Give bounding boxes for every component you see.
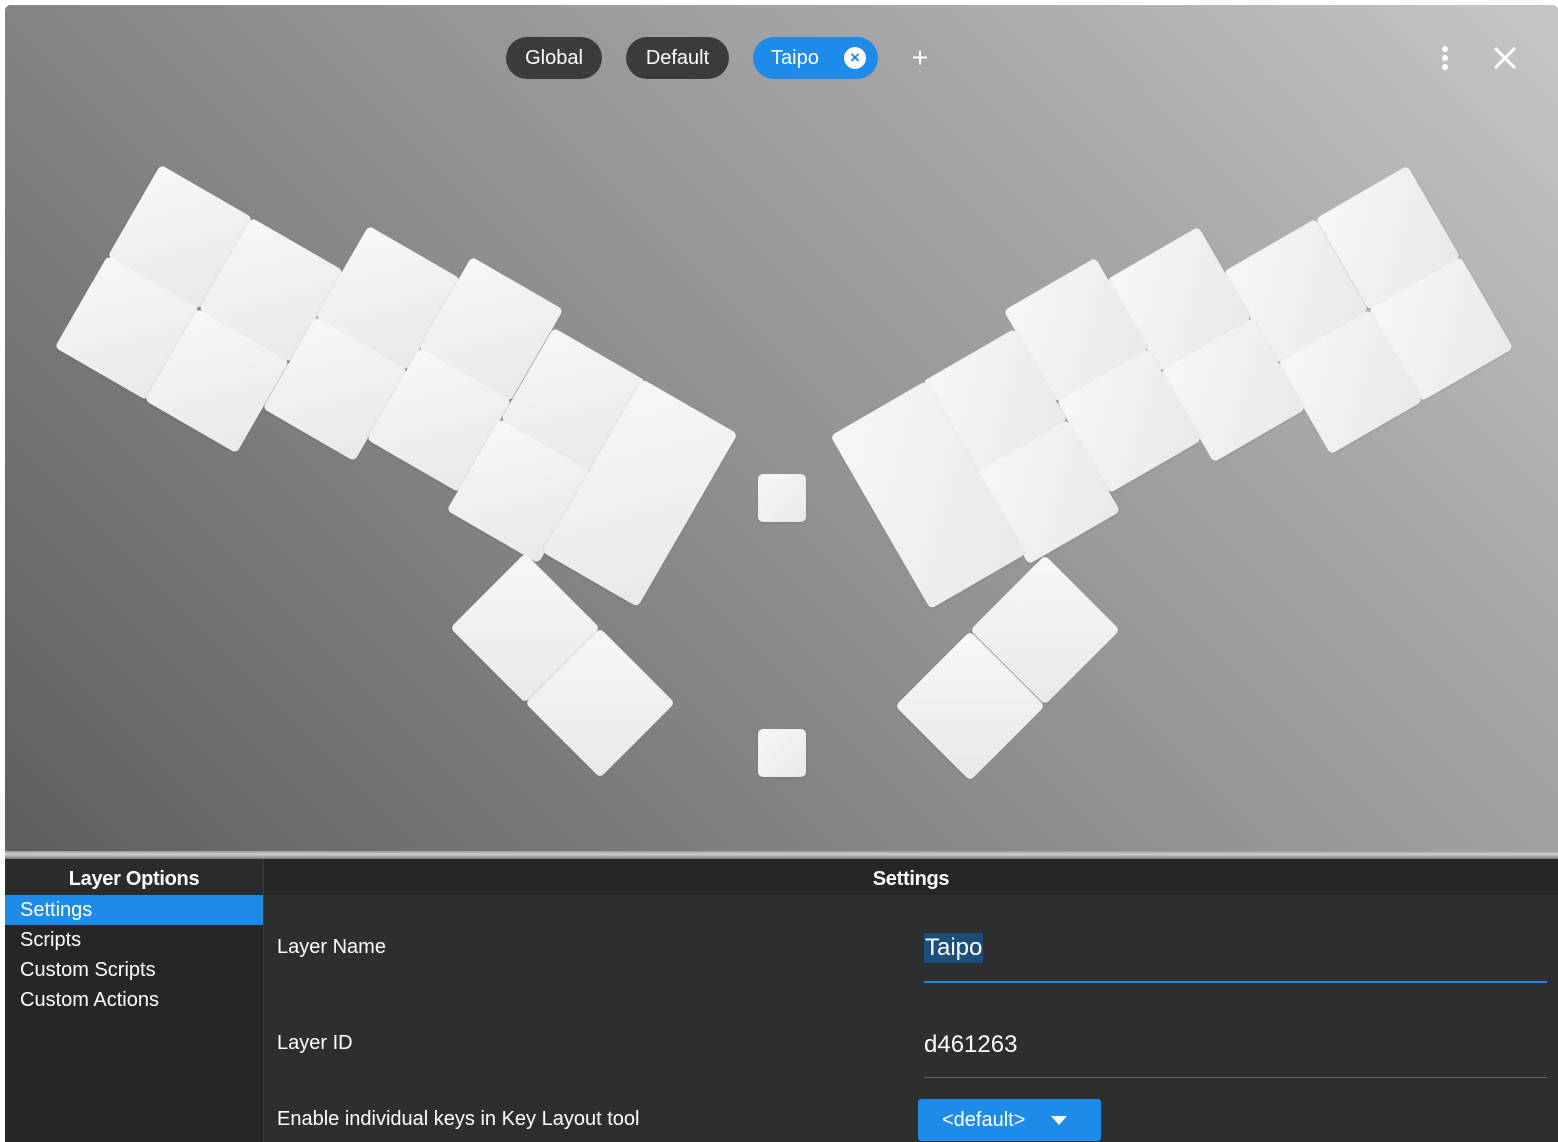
close-icon[interactable] bbox=[1490, 43, 1520, 73]
layer-editor-window: Global Default Taipo × + Layer Options S… bbox=[5, 5, 1558, 1142]
tab-default[interactable]: Default bbox=[626, 37, 729, 79]
layer-option-custom-actions[interactable]: Custom Actions bbox=[5, 985, 263, 1015]
layer-name-label: Layer Name bbox=[277, 936, 386, 958]
enable-keys-label: Enable individual keys in Key Layout too… bbox=[277, 1108, 640, 1130]
layer-name-text: Taipo bbox=[924, 933, 984, 963]
keyboard-layout-canvas: Global Default Taipo × + bbox=[5, 5, 1558, 851]
settings-panel: Settings Layer Name Taipo Layer ID d4612… bbox=[264, 859, 1558, 1142]
tab-taipo[interactable]: Taipo × bbox=[753, 37, 878, 79]
layer-option-scripts[interactable]: Scripts bbox=[5, 925, 263, 955]
panel-splitter[interactable] bbox=[5, 851, 1558, 859]
layer-options-panel: Layer Options Settings Scripts Custom Sc… bbox=[5, 859, 264, 1142]
layer-id-text: d461263 bbox=[924, 1031, 1018, 1058]
layer-options-title: Layer Options bbox=[5, 859, 263, 895]
tab-taipo-label: Taipo bbox=[771, 46, 819, 69]
layer-option-settings[interactable]: Settings bbox=[5, 895, 263, 925]
more-vertical-icon[interactable] bbox=[1430, 43, 1460, 73]
add-layer-button[interactable]: + bbox=[905, 39, 935, 77]
layer-id-label: Layer ID bbox=[277, 1032, 353, 1054]
layer-id-field: d461263 bbox=[924, 1025, 1547, 1078]
enable-keys-dropdown-value: <default> bbox=[942, 1109, 1026, 1131]
layer-option-custom-scripts[interactable]: Custom Scripts bbox=[5, 955, 263, 985]
bottom-panel: Layer Options Settings Scripts Custom Sc… bbox=[5, 859, 1558, 1142]
key[interactable] bbox=[758, 474, 806, 522]
enable-keys-dropdown[interactable]: <default> bbox=[918, 1099, 1101, 1141]
key[interactable] bbox=[758, 729, 806, 777]
tab-global[interactable]: Global bbox=[506, 37, 602, 79]
close-circle-icon[interactable]: × bbox=[844, 47, 866, 69]
tab-default-label: Default bbox=[645, 46, 710, 69]
settings-title: Settings bbox=[264, 859, 1558, 895]
layer-name-field[interactable]: Taipo bbox=[924, 929, 1547, 983]
caret-down-icon bbox=[1051, 1116, 1067, 1125]
tab-global-label: Global bbox=[525, 46, 583, 69]
layer-options-list: Settings Scripts Custom Scripts Custom A… bbox=[5, 895, 263, 1015]
